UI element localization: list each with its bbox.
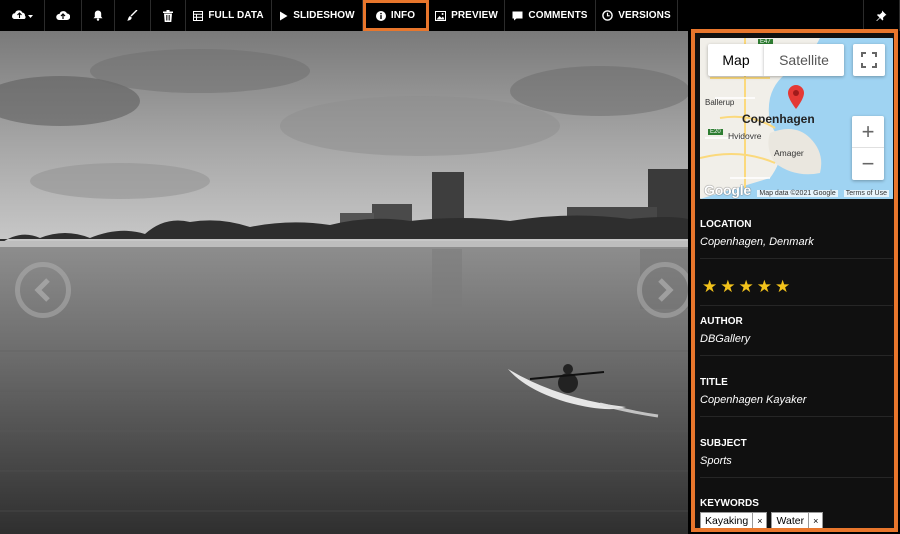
rating-stars[interactable]: ★ ★ ★ ★ ★: [702, 278, 790, 295]
pin-icon: [876, 10, 887, 21]
divider: [700, 305, 893, 306]
cloud-dropdown-icon: [12, 9, 33, 19]
subject-value[interactable]: Sports: [700, 455, 893, 467]
chevron-left-icon: [34, 278, 50, 302]
brush-icon: [127, 10, 138, 21]
clock-icon: [602, 10, 614, 21]
upload-button[interactable]: [45, 0, 82, 31]
map-city-label: Copenhagen: [742, 112, 815, 126]
title-value[interactable]: Copenhagen Kayaker: [700, 394, 893, 406]
map-label-hvidovre: Hvidovre: [728, 131, 762, 141]
star-icon[interactable]: ★: [775, 278, 790, 295]
subject-field: SUBJECT Sports: [700, 438, 893, 467]
next-image-button[interactable]: [637, 262, 688, 318]
star-icon[interactable]: ★: [757, 278, 772, 295]
photo-viewer: [0, 31, 688, 534]
play-icon: [280, 11, 288, 20]
pin-button[interactable]: [864, 0, 900, 31]
remove-keyword-button[interactable]: ×: [808, 513, 822, 528]
map-label-amager: Amager: [774, 148, 804, 158]
map-marker-icon[interactable]: [788, 85, 804, 109]
zoom-out-button[interactable]: −: [852, 148, 884, 180]
map-type-satellite-button[interactable]: Satellite: [764, 44, 844, 76]
toolbar: FULL DATA SLIDESHOW INFO PREVIEW COMMENT…: [0, 0, 900, 31]
divider: [700, 258, 893, 259]
keywords-tag-list: Kayaking × Water ×: [700, 512, 893, 528]
subject-label: SUBJECT: [700, 438, 747, 449]
photo-copenhagen-kayaker: [0, 31, 688, 534]
bell-icon: [93, 10, 103, 21]
previous-image-button[interactable]: [15, 262, 71, 318]
title-field: TITLE Copenhagen Kayaker: [700, 377, 893, 406]
location-value[interactable]: Copenhagen, Denmark: [700, 236, 893, 248]
map-label-ballerup: Ballerup: [705, 98, 735, 107]
keyword-tag-label: Water: [776, 514, 805, 527]
full-data-label: FULL DATA: [208, 10, 264, 21]
divider: [700, 355, 893, 356]
keyword-tag: Water ×: [771, 512, 824, 528]
cloud-upload-icon: [56, 11, 70, 20]
fullscreen-icon: [861, 52, 877, 68]
trash-icon: [163, 9, 173, 22]
table-icon: [193, 10, 204, 21]
star-icon[interactable]: ★: [702, 278, 717, 295]
chevron-right-icon: [658, 278, 674, 302]
image-icon: [435, 10, 447, 21]
location-label: LOCATION: [700, 219, 752, 230]
info-label: INFO: [390, 10, 416, 21]
preview-label: PREVIEW: [451, 10, 498, 21]
info-icon: [375, 10, 386, 21]
delete-button[interactable]: [151, 0, 186, 31]
map-zoom-control: + −: [852, 116, 884, 180]
location-map[interactable]: Ballerup Hvidovre Amager E47 E20 Copenha…: [700, 38, 893, 199]
edit-button[interactable]: [115, 0, 151, 31]
divider: [700, 416, 893, 417]
map-attribution: Map data ©2021 Google: [757, 190, 838, 197]
slideshow-button[interactable]: SLIDESHOW: [272, 0, 363, 31]
location-field: LOCATION Copenhagen, Denmark: [700, 219, 893, 248]
author-field: AUTHOR DBGallery: [700, 316, 893, 345]
title-label: TITLE: [700, 377, 728, 388]
author-label: AUTHOR: [700, 316, 743, 327]
info-button[interactable]: INFO: [363, 0, 429, 31]
comments-button[interactable]: COMMENTS: [505, 0, 596, 31]
remove-keyword-button[interactable]: ×: [752, 513, 766, 528]
author-value[interactable]: DBGallery: [700, 333, 893, 345]
slideshow-label: SLIDESHOW: [293, 10, 355, 21]
full-data-button[interactable]: FULL DATA: [186, 0, 272, 31]
comment-icon: [512, 11, 523, 20]
versions-button[interactable]: VERSIONS: [596, 0, 678, 31]
divider: [700, 477, 893, 478]
keyword-tag-label: Kayaking: [705, 514, 749, 527]
keyword-tag: Kayaking ×: [700, 512, 768, 528]
map-road-e20: E20: [708, 129, 723, 135]
keywords-label: KEYWORDS: [700, 498, 759, 509]
cloud-menu-button[interactable]: [0, 0, 45, 31]
keywords-field: KEYWORDS Kayaking × Water ×: [700, 498, 893, 528]
map-fullscreen-button[interactable]: [853, 44, 885, 76]
map-footer: Map data ©2021 Google Terms of Use: [700, 188, 893, 199]
toolbar-spacer: [678, 0, 864, 31]
notifications-button[interactable]: [82, 0, 115, 31]
zoom-in-button[interactable]: +: [852, 116, 884, 148]
info-panel: Ballerup Hvidovre Amager E47 E20 Copenha…: [691, 29, 898, 532]
versions-label: VERSIONS: [618, 10, 671, 21]
star-icon[interactable]: ★: [739, 278, 754, 295]
star-icon[interactable]: ★: [720, 278, 735, 295]
preview-button[interactable]: PREVIEW: [429, 0, 505, 31]
comments-label: COMMENTS: [528, 10, 588, 21]
map-type-map-button[interactable]: Map: [708, 44, 764, 76]
map-terms-link[interactable]: Terms of Use: [843, 190, 889, 197]
